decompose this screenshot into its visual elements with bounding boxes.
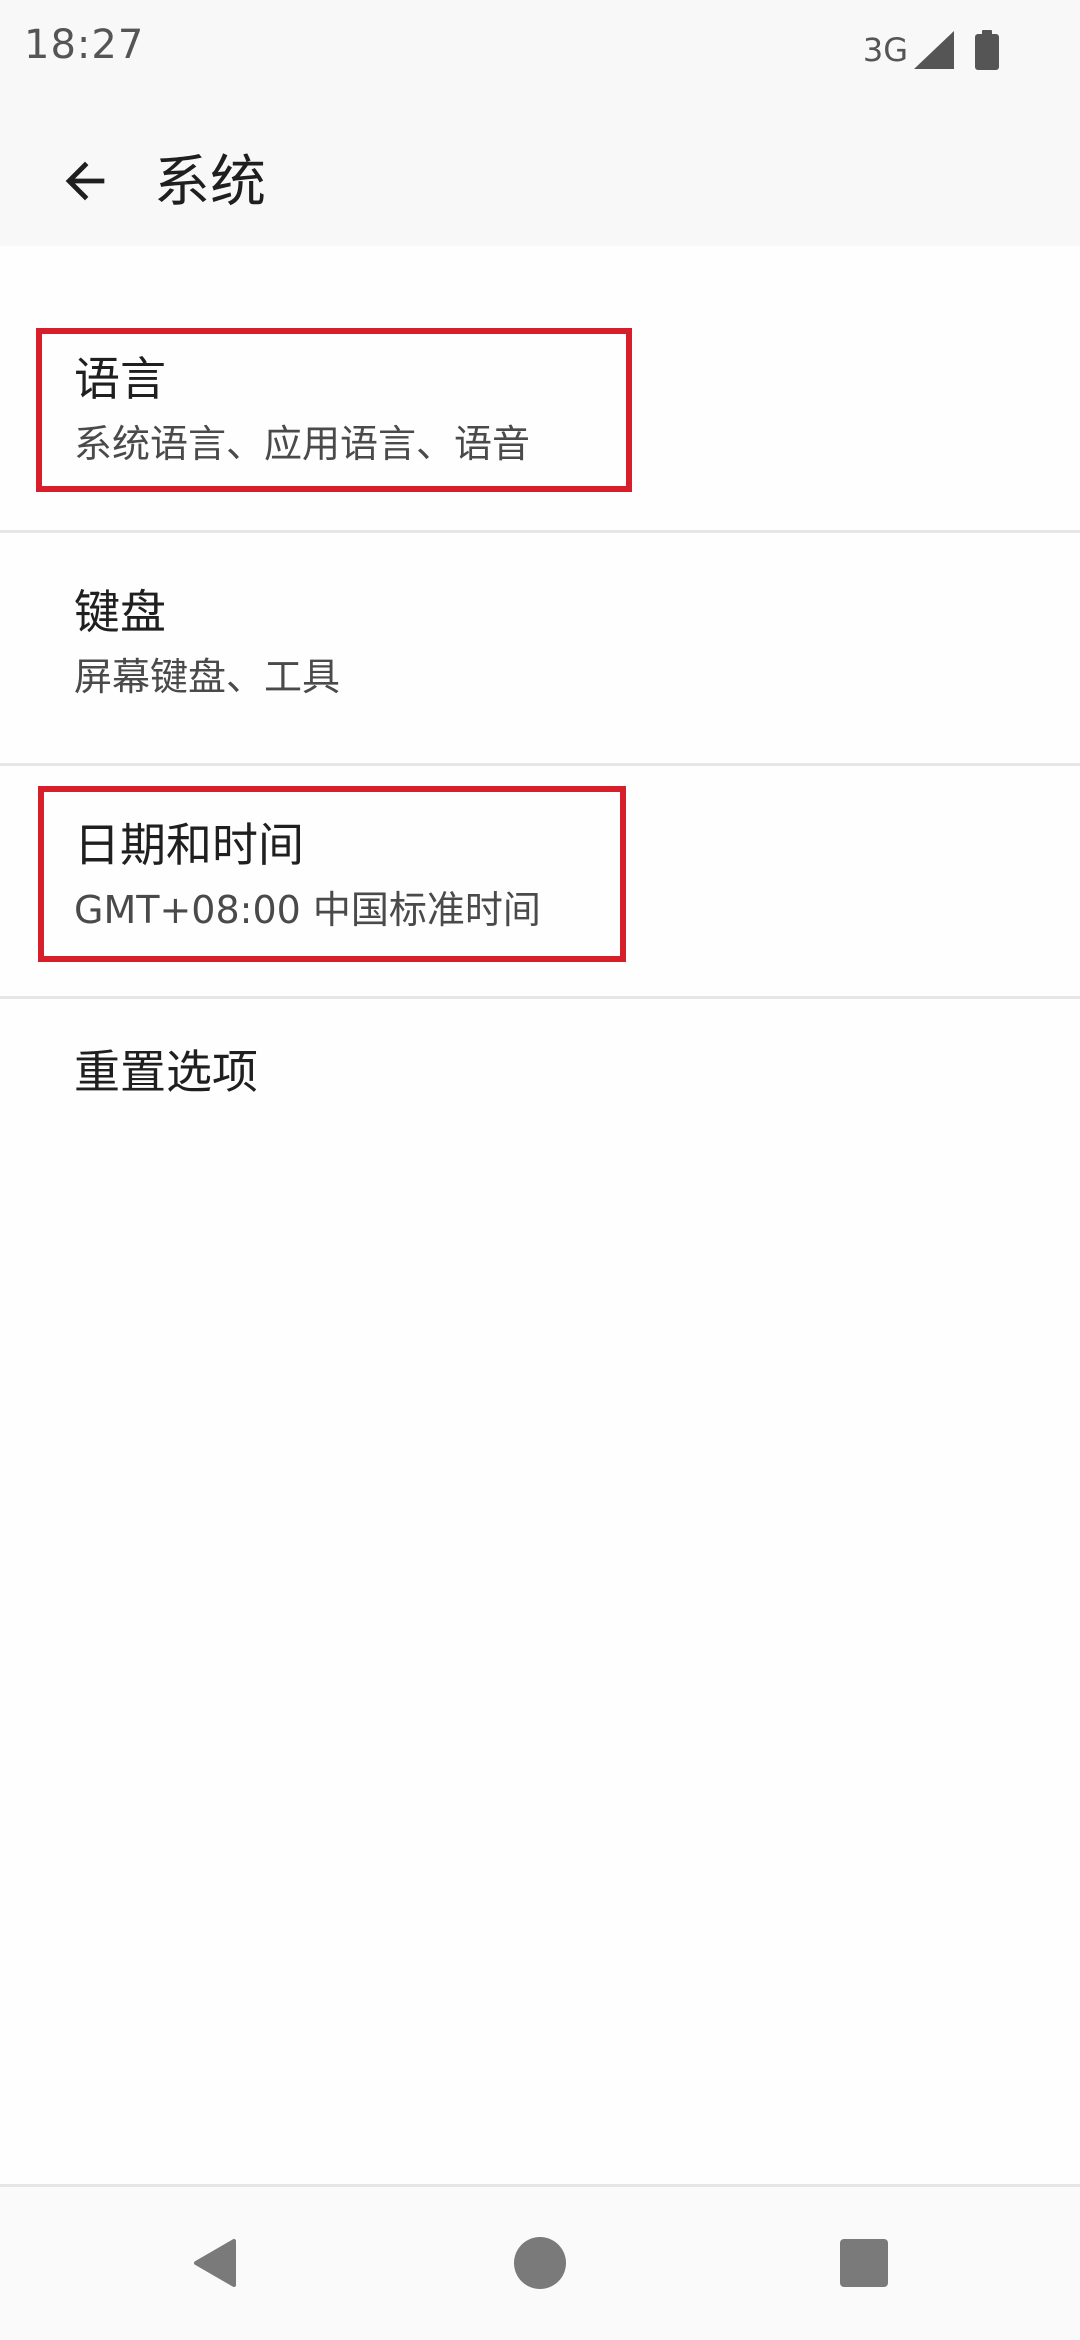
nav-home-icon [514,2237,566,2289]
screen: 18:27 3G 系统 语言 系统语言、应用语言、语音 键盘 屏幕键盘、工具 日… [0,0,1080,2340]
item-title: 键盘 [74,585,166,639]
navigation-bar [0,2184,1080,2340]
status-icons: 3G [863,28,1000,72]
page-title: 系统 [154,150,266,215]
item-title: 重置选项 [74,1045,258,1099]
battery-icon [975,30,999,70]
list-item-reset-options[interactable]: 重置选项 [0,999,1080,1219]
item-summary: 系统语言、应用语言、语音 [74,422,531,466]
nav-back-icon [194,2239,236,2287]
status-time: 18:27 [24,22,145,68]
arrow-left-icon [65,161,105,201]
nav-back-button[interactable] [180,2227,252,2299]
signal-icon [914,31,954,69]
nav-recents-icon [840,2239,888,2287]
item-summary: 屏幕键盘、工具 [74,655,341,699]
item-title: 日期和时间 [74,818,304,872]
nav-home-button[interactable] [504,2227,576,2299]
list-item-language[interactable]: 语言 系统语言、应用语言、语音 [0,300,1080,530]
back-button[interactable] [40,136,130,226]
status-bar: 18:27 3G [0,0,1080,96]
app-bar: 系统 [0,96,1080,246]
settings-list: 语言 系统语言、应用语言、语音 键盘 屏幕键盘、工具 日期和时间 GMT+08:… [0,300,1080,1219]
item-title: 语言 [74,352,166,406]
network-type-label: 3G [862,31,908,69]
item-summary: GMT+08:00 中国标准时间 [74,888,541,932]
list-item-date-time[interactable]: 日期和时间 GMT+08:00 中国标准时间 [0,766,1080,996]
nav-recents-button[interactable] [828,2227,900,2299]
list-item-keyboard[interactable]: 键盘 屏幕键盘、工具 [0,533,1080,763]
